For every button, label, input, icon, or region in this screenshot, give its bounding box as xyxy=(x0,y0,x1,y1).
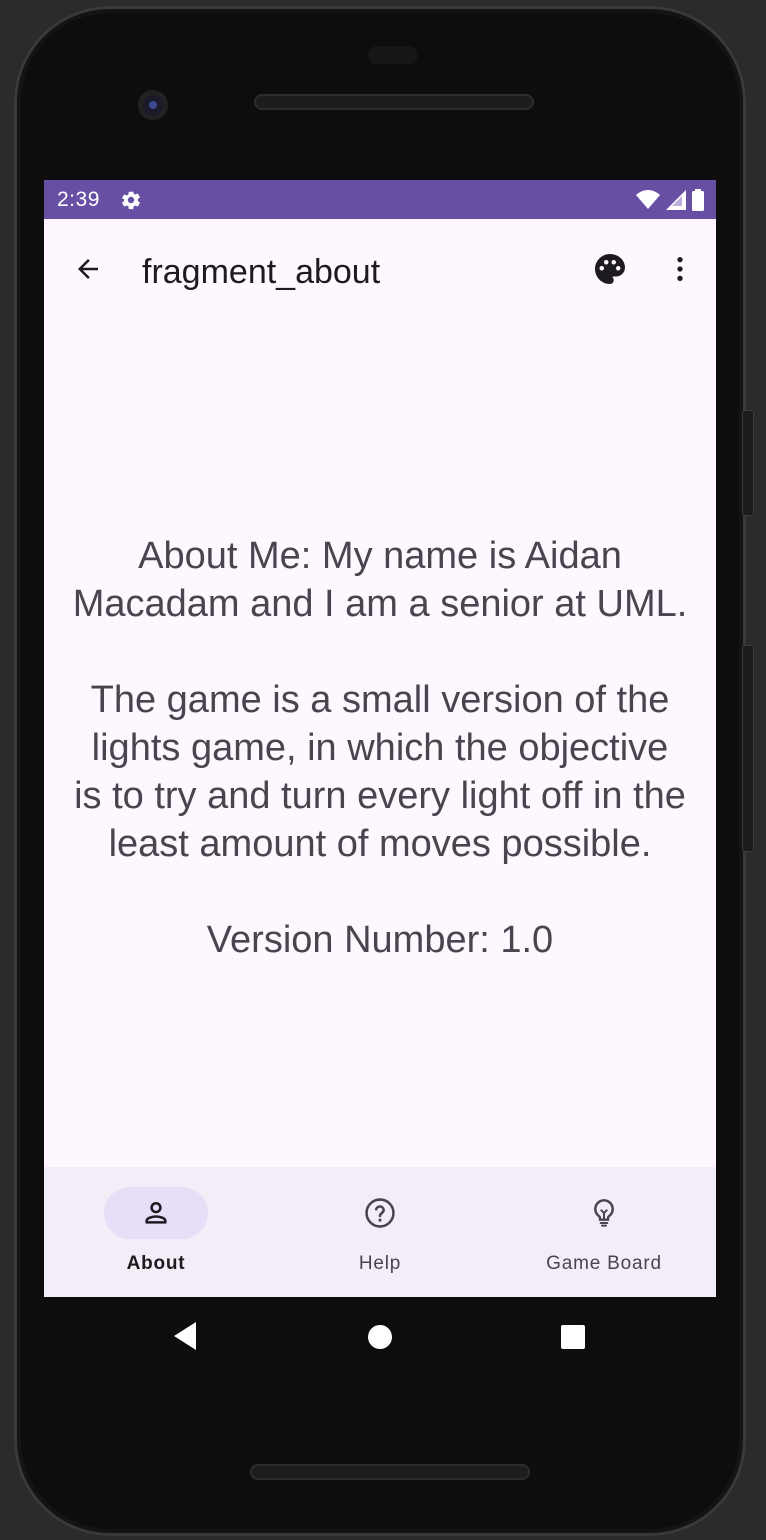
version-number: Version Number: 1.0 xyxy=(206,919,554,961)
nav-item-help[interactable]: Help xyxy=(268,1167,492,1297)
more-vert-icon xyxy=(677,257,683,281)
game-description-line: is to try and turn every light off in th… xyxy=(74,775,686,817)
gear-icon xyxy=(122,191,140,210)
recents-square-icon[interactable] xyxy=(560,1324,586,1350)
device-screen: 2:39 fragment_about About Me: My name is… xyxy=(44,180,716,1297)
nav-item-about[interactable]: About xyxy=(44,1167,268,1297)
person-icon xyxy=(145,1201,167,1224)
help-circle-icon xyxy=(365,1198,395,1228)
lightbulb-icon xyxy=(594,1199,614,1227)
power-button xyxy=(742,645,754,852)
status-icons xyxy=(636,189,704,211)
front-camera xyxy=(138,90,168,120)
back-triangle-icon[interactable] xyxy=(170,1318,198,1354)
wifi-icon xyxy=(636,190,660,209)
about-line: About Me: My name is Aidan xyxy=(138,535,622,577)
nav-label-game-board: Game Board xyxy=(546,1253,662,1274)
nav-icon-slot xyxy=(328,1187,432,1239)
volume-button xyxy=(742,410,754,516)
top-app-bar: fragment_about xyxy=(44,219,716,329)
status-bar: 2:39 xyxy=(44,180,716,219)
nav-label-about: About xyxy=(126,1253,186,1274)
nav-item-game-board[interactable]: Game Board xyxy=(492,1167,716,1297)
bottom-navigation: About Help Game Board xyxy=(44,1167,716,1297)
arrow-back-icon xyxy=(78,259,98,279)
page-title: fragment_about xyxy=(142,253,381,291)
game-description-line: lights game, in which the objective xyxy=(91,727,669,769)
about-line: Macadam and I am a senior at UML. xyxy=(72,583,688,625)
overflow-menu-button[interactable] xyxy=(658,247,702,291)
nav-label-help: Help xyxy=(358,1253,402,1274)
game-description-line: least amount of moves possible. xyxy=(108,823,652,865)
earpiece-speaker xyxy=(254,94,534,110)
proximity-sensor xyxy=(368,46,418,64)
game-description-line: The game is a small version of the xyxy=(90,679,670,721)
active-indicator xyxy=(104,1187,208,1239)
back-button[interactable] xyxy=(64,245,112,293)
nav-icon-slot xyxy=(552,1187,656,1239)
bottom-speaker xyxy=(250,1464,530,1480)
theme-button[interactable] xyxy=(588,247,632,291)
about-text-block: About Me: My name is Aidan Macadam and I… xyxy=(44,532,716,964)
palette-icon xyxy=(595,254,625,284)
status-time: 2:39 xyxy=(57,188,100,211)
home-circle-icon[interactable] xyxy=(366,1323,394,1351)
battery-icon xyxy=(692,189,704,211)
signal-icon xyxy=(666,190,686,210)
